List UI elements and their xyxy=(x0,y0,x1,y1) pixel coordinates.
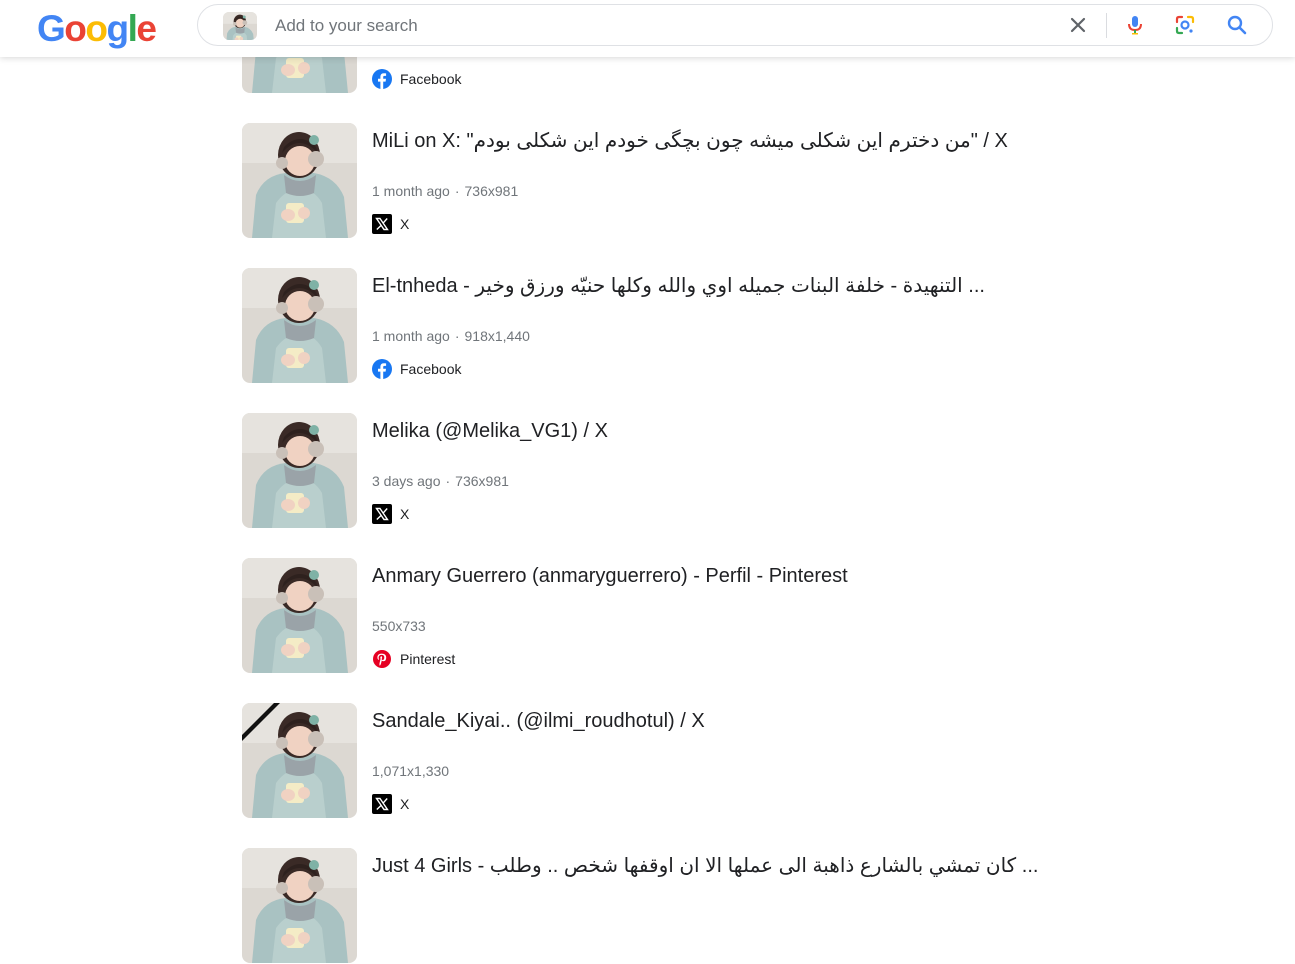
result-title[interactable]: MiLi on X: "من دخترم این شکلی میشه چون ب… xyxy=(372,129,1012,153)
result-source-label: Pinterest xyxy=(400,651,456,667)
result-thumbnail[interactable] xyxy=(242,123,357,238)
search-icon[interactable] xyxy=(1225,13,1249,37)
result-source-label: X xyxy=(400,506,410,522)
result-source[interactable]: X xyxy=(372,213,409,235)
google-lens-icon[interactable] xyxy=(1173,13,1197,37)
result-thumbnail[interactable] xyxy=(242,413,357,528)
result-source-label: Facebook xyxy=(400,361,462,377)
x-icon xyxy=(372,504,392,524)
result-date: 1 month ago xyxy=(372,183,450,199)
result-size: 736x981 xyxy=(455,473,509,489)
facebook-icon xyxy=(372,69,392,89)
google-logo[interactable]: Google xyxy=(37,9,157,49)
result-title[interactable]: Anmary Guerrero (anmaryguerrero) - Perfi… xyxy=(372,564,1012,588)
search-input[interactable] xyxy=(273,11,977,41)
result-meta: 1 month ago · 918x1,440 xyxy=(372,327,530,345)
search-image-thumbnail[interactable] xyxy=(223,12,257,40)
result-meta: 550x733 xyxy=(372,617,426,635)
result-title[interactable]: Melika (@Melika_VG1) / X xyxy=(372,419,1012,443)
x-icon xyxy=(372,794,392,814)
result-size: 1,071x1,330 xyxy=(372,763,450,779)
facebook-icon xyxy=(372,359,392,379)
search-box[interactable] xyxy=(197,4,1273,46)
result-item-2[interactable]: MiLi on X: "من دخترم این شکلی میشه چون ب… xyxy=(242,123,1008,239)
result-size: 736x981 xyxy=(464,183,519,199)
result-thumbnail[interactable] xyxy=(242,558,357,673)
result-item-3[interactable]: El-tnheda - التنهيدة - خلفة البنات جميله… xyxy=(242,268,985,384)
meta-separator: · xyxy=(454,328,460,344)
top-bar: Google xyxy=(0,0,1295,57)
meta-separator: · xyxy=(454,183,460,199)
result-item-6[interactable]: Sandale_Kiyai.. (@ilmi_roudhotul) / X 1,… xyxy=(242,703,942,819)
result-meta: 1,071x1,330 xyxy=(372,762,449,780)
result-size: 550x733 xyxy=(372,618,426,634)
result-thumbnail[interactable] xyxy=(242,703,357,818)
result-title[interactable]: Sandale_Kiyai.. (@ilmi_roudhotul) / X xyxy=(372,709,1012,733)
result-size: 918x1,440 xyxy=(464,328,530,344)
result-source-label: Facebook xyxy=(400,71,462,87)
result-item-7[interactable]: Just 4 Girls - كان تمشي بالشارع ذاهبة ال… xyxy=(242,848,1038,964)
microphone-icon[interactable] xyxy=(1123,13,1147,37)
result-meta: 1 month ago · 736x981 xyxy=(372,182,518,200)
result-source[interactable]: X xyxy=(372,503,409,525)
result-source-label: X xyxy=(400,216,410,232)
result-date: 1 month ago xyxy=(372,328,450,344)
result-date: 3 days ago xyxy=(372,473,441,489)
x-icon xyxy=(372,214,392,234)
meta-separator: · xyxy=(445,473,451,489)
close-icon[interactable] xyxy=(1066,13,1090,37)
result-item-5[interactable]: Anmary Guerrero (anmaryguerrero) - Perfi… xyxy=(242,558,942,674)
result-source[interactable]: Facebook xyxy=(372,68,461,90)
result-source[interactable]: Pinterest xyxy=(372,648,455,670)
result-title[interactable]: Just 4 Girls - كان تمشي بالشارع ذاهبة ال… xyxy=(372,854,1038,878)
result-source[interactable]: X xyxy=(372,793,409,815)
result-item-4[interactable]: Melika (@Melika_VG1) / X 3 days ago · 736x… xyxy=(242,413,942,529)
result-source[interactable]: Facebook xyxy=(372,358,461,380)
result-meta: 3 days ago · 736x981 xyxy=(372,472,509,490)
pinterest-icon xyxy=(373,650,391,668)
result-thumbnail[interactable] xyxy=(242,268,357,383)
result-title[interactable]: El-tnheda - التنهيدة - خلفة البنات جميله… xyxy=(372,274,1012,298)
divider xyxy=(1106,13,1107,38)
result-source-label: X xyxy=(400,796,410,812)
result-thumbnail[interactable] xyxy=(242,848,357,963)
